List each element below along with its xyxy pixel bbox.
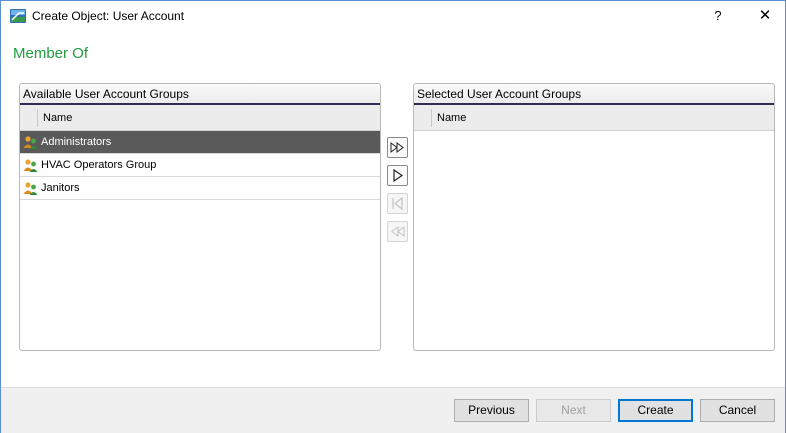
double-chevron-right-icon <box>390 142 404 153</box>
list-item-label: Janitors <box>41 182 80 194</box>
list-item-label: HVAC Operators Group <box>41 159 157 171</box>
double-chevron-left-icon <box>391 226 405 237</box>
bar-triangle-left-icon <box>392 196 403 211</box>
selected-column-header[interactable]: Name <box>414 105 774 131</box>
available-column-header[interactable]: Name <box>20 105 380 131</box>
user-group-icon <box>23 182 38 195</box>
remove-all-button[interactable] <box>387 221 408 242</box>
help-button[interactable]: ? <box>701 1 735 31</box>
row-selector-gutter <box>414 109 432 127</box>
app-icon <box>10 9 26 23</box>
next-button[interactable]: Next <box>536 399 611 422</box>
cancel-button[interactable]: Cancel <box>700 399 775 422</box>
previous-button[interactable]: Previous <box>454 399 529 422</box>
add-selected-button[interactable] <box>387 165 408 186</box>
create-button[interactable]: Create <box>618 399 693 422</box>
available-groups-header: Available User Account Groups <box>20 84 380 105</box>
name-column-label: Name <box>43 112 73 124</box>
selected-groups-panel: Selected User Account Groups Name <box>413 83 775 351</box>
list-item-label: Administrators <box>41 136 112 148</box>
row-selector-gutter <box>20 109 38 127</box>
user-group-icon <box>23 136 38 149</box>
selected-groups-header: Selected User Account Groups <box>414 84 774 105</box>
remove-selected-button[interactable] <box>387 193 408 214</box>
available-groups-panel: Available User Account Groups Name Admin… <box>19 83 381 351</box>
name-column-label: Name <box>437 112 467 124</box>
close-button[interactable]: ✕ <box>745 1 785 31</box>
list-item-hvac-operators-group[interactable]: HVAC Operators Group <box>20 154 380 177</box>
triangle-right-icon <box>393 168 404 183</box>
title-bar[interactable]: Create Object: User Account ? ✕ <box>1 1 785 31</box>
list-item-janitors[interactable]: Janitors <box>20 177 380 200</box>
window-title: Create Object: User Account <box>32 9 185 23</box>
list-item-administrators[interactable]: Administrators <box>20 131 380 154</box>
add-all-button[interactable] <box>387 137 408 158</box>
dialog-footer: Previous Next Create Cancel <box>1 387 785 433</box>
user-group-icon <box>23 159 38 172</box>
selected-groups-list[interactable] <box>414 131 774 350</box>
dialog-window: Create Object: User Account ? ✕ Member O… <box>0 0 786 433</box>
section-title: Member Of <box>13 45 89 62</box>
available-groups-list: Administrators HVAC Operators Group Jani… <box>20 131 380 200</box>
